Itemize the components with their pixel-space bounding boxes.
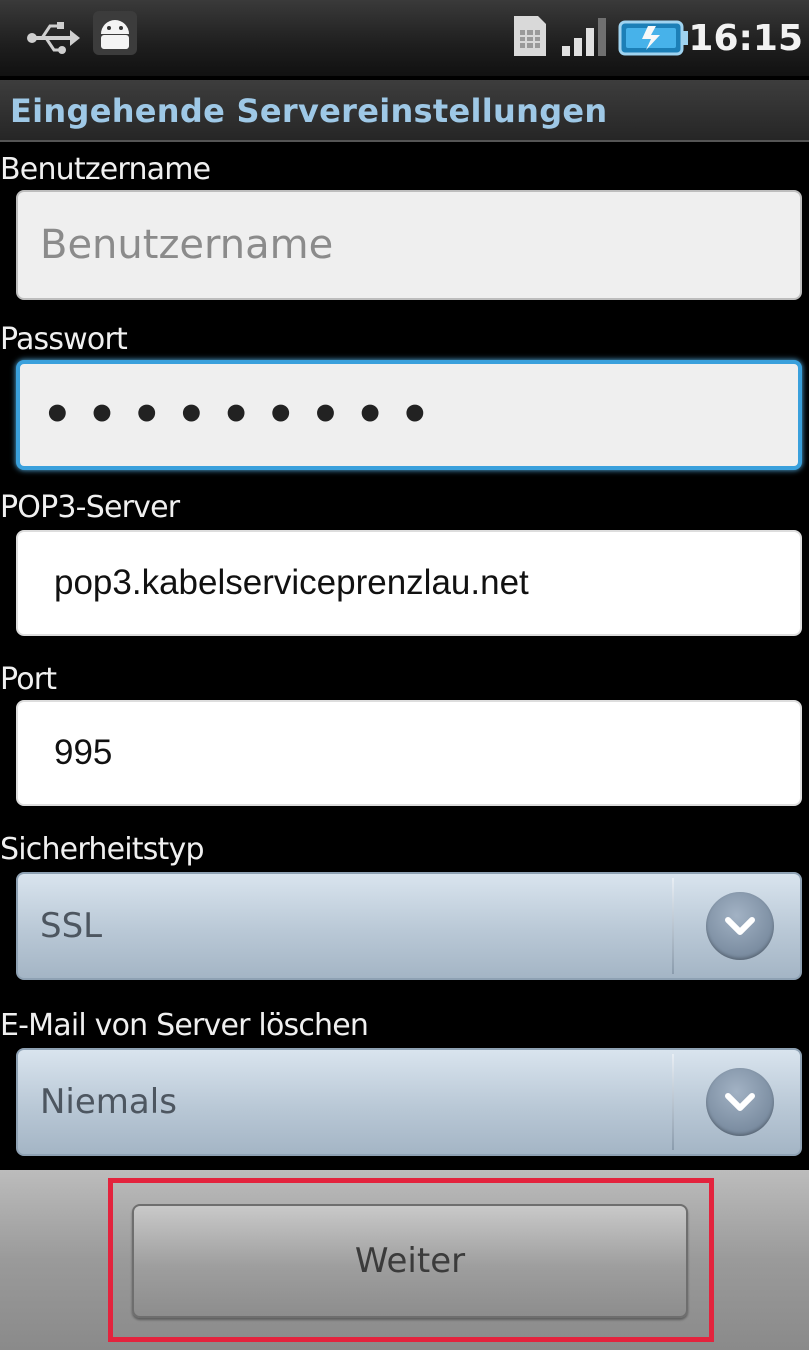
username-input[interactable]: Benutzername — [16, 190, 802, 300]
delete-email-label: E-Mail von Server löschen — [0, 1008, 369, 1043]
delete-email-value: Niemals — [40, 1082, 177, 1122]
select-divider — [672, 1054, 674, 1150]
username-label: Benutzername — [0, 152, 211, 187]
port-input[interactable]: 995 — [16, 700, 802, 806]
security-type-select[interactable]: SSL — [16, 872, 802, 980]
password-input[interactable]: ••••••••• — [16, 360, 802, 470]
usb-icon — [27, 22, 80, 54]
chevron-down-icon — [706, 1068, 774, 1136]
sim-icon — [514, 16, 546, 56]
battery-icon — [618, 20, 688, 56]
status-bar: 16:15 — [0, 0, 809, 78]
pop3-server-label: POP3-Server — [0, 490, 180, 525]
signal-icon — [562, 18, 606, 56]
security-type-label: Sicherheitstyp — [0, 832, 205, 867]
security-type-value: SSL — [40, 906, 103, 946]
port-label: Port — [0, 662, 57, 697]
pop3-server-input[interactable]: pop3.kabelserviceprenzlau.net — [16, 530, 802, 636]
select-divider — [672, 878, 674, 974]
password-label: Passwort — [0, 322, 128, 357]
page-title: Eingehende Servereinstellungen — [10, 92, 608, 130]
chevron-down-icon — [706, 892, 774, 960]
clock: 16:15 — [688, 18, 803, 59]
delete-email-select[interactable]: Niemals — [16, 1048, 802, 1156]
password-value: ••••••••• — [42, 387, 445, 443]
title-bar: Eingehende Servereinstellungen — [0, 80, 809, 142]
port-value: 995 — [54, 733, 113, 772]
highlight-frame — [108, 1178, 714, 1342]
pop3-server-value: pop3.kabelserviceprenzlau.net — [54, 563, 529, 602]
username-placeholder: Benutzername — [40, 222, 334, 268]
android-notification-icon — [93, 11, 137, 55]
